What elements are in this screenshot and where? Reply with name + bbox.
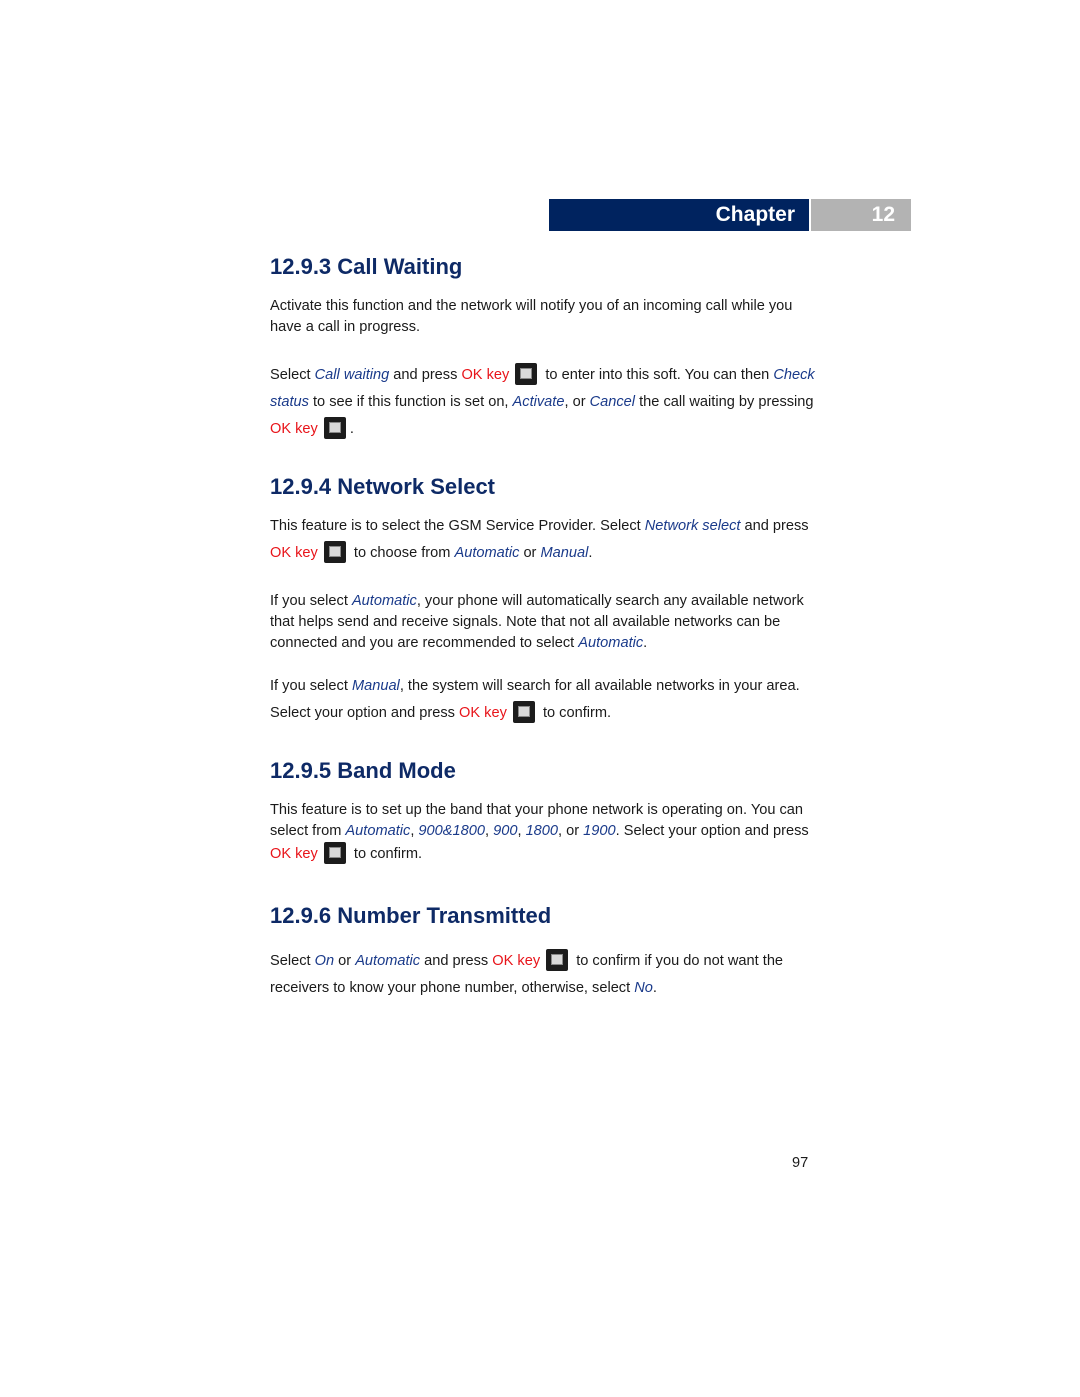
text: to choose from xyxy=(349,545,455,561)
text: This feature is to select the GSM Servic… xyxy=(270,518,645,534)
page-number: 97 xyxy=(792,1155,809,1171)
text: If you select xyxy=(270,678,352,694)
ok-key-icon xyxy=(546,949,569,971)
chapter-header: Chapter 12 xyxy=(549,199,911,231)
ok-key-icon xyxy=(512,701,535,723)
term-network-select: Network select xyxy=(644,518,741,534)
text: , xyxy=(484,823,494,839)
section-title-band-mode: 12.9.5 Band Mode xyxy=(270,758,456,783)
chapter-label: Chapter xyxy=(549,199,809,231)
text: and press xyxy=(420,953,493,969)
ok-key-label: OK key xyxy=(492,953,541,969)
term-call-waiting: Call waiting xyxy=(314,367,390,383)
text: and press xyxy=(740,518,809,534)
text: , or xyxy=(558,823,584,839)
text: to enter into this soft. You can then xyxy=(541,367,774,383)
call-waiting-intro: Activate this function and the network w… xyxy=(270,298,793,335)
text: to confirm. xyxy=(538,705,612,721)
ok-key-label: OK key xyxy=(270,421,318,437)
term-activate: Activate xyxy=(512,394,565,410)
term-automatic: Automatic xyxy=(355,953,421,969)
ok-key-label: OK key xyxy=(270,846,318,862)
text: . Select your option and press xyxy=(615,823,809,839)
text: or xyxy=(519,545,541,561)
section-title-network-select: 12.9.4 Network Select xyxy=(270,474,496,499)
term-1800: 1800 xyxy=(525,823,559,839)
chapter-number: 12 xyxy=(811,199,911,231)
term-900: 900 xyxy=(493,823,518,839)
network-select-manual: If you select Manual, the system will se… xyxy=(270,673,815,727)
term-automatic: Automatic xyxy=(454,545,520,561)
network-select-automatic: If you select Automatic, your phone will… xyxy=(270,591,815,654)
text: . xyxy=(652,980,657,996)
number-transmitted-text: Select On or Automatic and press OK key … xyxy=(270,948,815,1002)
term-1900: 1900 xyxy=(583,823,616,839)
term-automatic: Automatic xyxy=(578,635,644,651)
ok-key-label: OK key xyxy=(459,705,507,721)
term-no: No xyxy=(634,980,653,996)
ok-key-icon xyxy=(323,541,346,563)
text: Select xyxy=(270,953,315,969)
term-manual: Manual xyxy=(351,678,400,694)
text: the call waiting by pressing xyxy=(635,394,814,410)
text: . xyxy=(349,421,354,437)
term-manual: Manual xyxy=(540,545,589,561)
text: , or xyxy=(564,394,590,410)
section-title-call-waiting: 12.9.3 Call Waiting xyxy=(270,254,463,279)
text: , xyxy=(517,823,526,839)
ok-key-icon xyxy=(515,363,538,385)
ok-key-icon xyxy=(323,842,346,864)
text: and press xyxy=(389,367,462,383)
text: . xyxy=(643,635,648,651)
term-automatic: Automatic xyxy=(345,823,411,839)
text: to see if this function is set on, xyxy=(308,394,513,410)
term-on: On xyxy=(314,953,335,969)
band-mode-text: This feature is to set up the band that … xyxy=(270,800,815,865)
ok-key-icon xyxy=(323,417,346,439)
term-automatic: Automatic xyxy=(351,593,417,609)
ok-key-label: OK key xyxy=(270,545,318,561)
call-waiting-instructions: Select Call waiting and press OK key to … xyxy=(270,362,815,443)
term-cancel: Cancel xyxy=(589,394,636,410)
text: . xyxy=(588,545,593,561)
text: If you select xyxy=(270,593,352,609)
network-select-intro: This feature is to select the GSM Servic… xyxy=(270,513,815,567)
text: to confirm. xyxy=(349,846,423,862)
term-900-1800: 900&1800 xyxy=(418,823,485,839)
section-title-number-transmitted: 12.9.6 Number Transmitted xyxy=(270,903,552,928)
text: Select xyxy=(270,367,315,383)
ok-key-label: OK key xyxy=(461,367,510,383)
text: or xyxy=(334,953,356,969)
